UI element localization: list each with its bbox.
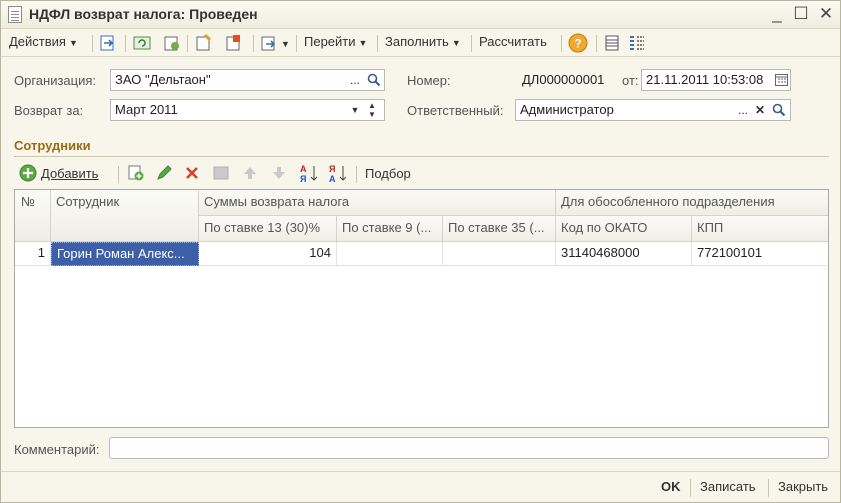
calendar-icon[interactable] [775, 73, 788, 86]
structure-icon[interactable] [225, 34, 243, 52]
actions-menu[interactable]: Действия ▼ [9, 34, 78, 49]
date-field[interactable]: 21.11.2011 10:53:08 [641, 69, 791, 91]
sort-descending-icon[interactable]: ЯA [328, 163, 348, 183]
sort-ascending-icon[interactable]: AЯ [299, 163, 319, 183]
post-document-icon[interactable] [99, 34, 117, 52]
move-up-icon[interactable] [242, 165, 258, 181]
header-kpp[interactable]: КПП [692, 216, 828, 242]
selection-button[interactable]: Подбор [365, 166, 411, 181]
end-edit-icon[interactable] [213, 165, 229, 181]
svg-text:Я: Я [300, 174, 306, 183]
list-view-icon[interactable] [603, 34, 621, 52]
header-rate9[interactable]: По ставке 9 (... [337, 216, 443, 242]
responsible-label: Ответственный: [407, 103, 504, 118]
rate35-cell[interactable] [443, 242, 556, 266]
move-down-icon[interactable] [271, 165, 287, 181]
organization-field[interactable]: ЗАО "Дельтаон" ... [110, 69, 385, 91]
fill-menu[interactable]: Заполнить ▼ [385, 34, 461, 49]
rate13-cell[interactable]: 104 [199, 242, 337, 266]
svg-text:Я: Я [329, 164, 335, 174]
organization-select-button[interactable]: ... [346, 70, 364, 90]
copy-row-icon[interactable] [127, 164, 145, 182]
goto-menu[interactable]: Перейти ▼ [304, 34, 367, 49]
header-num[interactable]: № [15, 190, 51, 242]
return-period-field[interactable]: Март 2011 ▼ ▲ ▼ [110, 99, 385, 121]
help-icon[interactable]: ? [568, 33, 588, 53]
edit-icon[interactable] [156, 165, 172, 181]
ok-button[interactable]: OK [661, 479, 681, 494]
comment-field[interactable] [109, 437, 829, 459]
document-window: НДФЛ возврат налога: Проведен _ ☐ ✕ Дейс… [0, 0, 841, 503]
responsible-select-button[interactable]: ... [735, 100, 751, 120]
employees-table: № Сотрудник Суммы возврата налога Для об… [14, 189, 829, 428]
copy-icon[interactable] [163, 34, 181, 52]
refresh-icon[interactable] [133, 34, 151, 52]
save-button[interactable]: Записать [700, 479, 756, 494]
document-icon [8, 6, 22, 23]
footer-bar: OK Записать Закрыть [1, 471, 840, 503]
responsible-field[interactable]: Администратор ... ✕ [515, 99, 791, 121]
delete-icon[interactable] [184, 165, 200, 181]
window-title: НДФЛ возврат налога: Проведен [29, 6, 258, 22]
rate9-cell[interactable] [337, 242, 443, 266]
date-label: от: [622, 73, 639, 88]
number-label: Номер: [407, 73, 451, 88]
svg-text:?: ? [574, 37, 581, 51]
header-sums-group: Суммы возврата налога [199, 190, 556, 216]
add-row-icon[interactable] [19, 164, 37, 182]
close-button[interactable]: Закрыть [778, 479, 828, 494]
comment-label: Комментарий: [14, 442, 100, 457]
header-okato[interactable]: Код по ОКАТО [556, 216, 692, 242]
generate-icon[interactable] [260, 34, 278, 52]
period-spin-buttons[interactable]: ▲ ▼ [365, 101, 379, 120]
employee-cell[interactable]: Горин Роман Алекс... [51, 242, 199, 266]
organization-label: Организация: [14, 73, 97, 88]
add-employee-button[interactable]: Добавить [41, 166, 98, 181]
number-field[interactable]: ДЛ000000001 [515, 69, 615, 91]
toolbar: Действия ▼ ▼ Перейти ▼ Заполнить ▼ Рассчита… [1, 29, 840, 57]
header-employee[interactable]: Сотрудник [51, 190, 199, 242]
clear-icon[interactable]: ✕ [753, 100, 767, 120]
period-dropdown-arrow[interactable]: ▼ [347, 100, 363, 120]
add-icon[interactable] [195, 34, 213, 52]
header-rate13[interactable]: По ставке 13 (30)% [199, 216, 337, 242]
minimize-button[interactable]: _ [767, 4, 787, 24]
svg-text:A: A [300, 164, 307, 174]
close-window-button[interactable]: ✕ [816, 4, 836, 24]
header-branch-group: Для обособленного подразделения [556, 190, 828, 216]
employees-section-title: Сотрудники [14, 138, 91, 153]
responsible-search-icon[interactable] [772, 103, 786, 117]
row-num-cell[interactable]: 1 [15, 242, 51, 266]
generate-dropdown-arrow[interactable]: ▼ [281, 39, 290, 49]
section-divider [14, 156, 829, 157]
okato-cell[interactable]: 31140468000 [556, 242, 692, 266]
header-rate35[interactable]: По ставке 35 (... [443, 216, 556, 242]
kpp-cell[interactable]: 772100101 [692, 242, 828, 266]
maximize-button[interactable]: ☐ [791, 4, 811, 24]
svg-text:A: A [329, 174, 336, 183]
organization-search-icon[interactable] [367, 73, 381, 87]
calculate-button[interactable]: Рассчитать [479, 34, 547, 49]
title-bar: НДФЛ возврат налога: Проведен _ ☐ ✕ [1, 1, 840, 29]
settings-list-icon[interactable] [628, 34, 646, 52]
return-for-label: Возврат за: [14, 103, 84, 118]
